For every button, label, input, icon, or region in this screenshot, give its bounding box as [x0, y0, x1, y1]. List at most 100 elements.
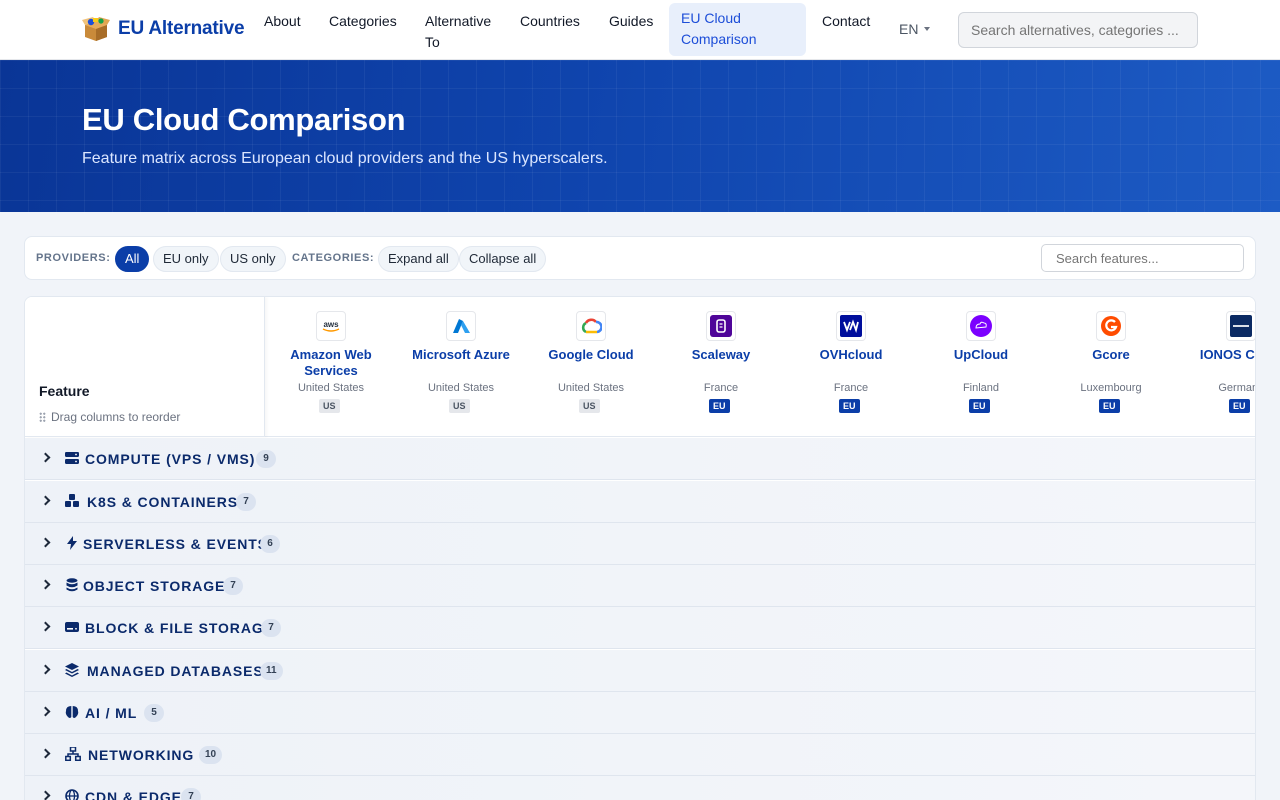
category-row-block-file-storage[interactable]: BLOCK & FILE STORAGE 7 — [25, 607, 1255, 649]
category-name: MANAGED DATABASES — [87, 663, 264, 679]
region-badge: US — [579, 399, 600, 413]
brand-link[interactable]: EU Alternative — [82, 16, 245, 42]
top-navigation: EU Alternative About Categories Alternat… — [0, 0, 1280, 60]
provider-country: Finland — [962, 382, 1000, 394]
filter-us-only-button[interactable]: US only — [220, 246, 286, 272]
provider-column-ovhcloud[interactable]: OVHcloud France EU — [786, 297, 916, 437]
category-count-badge: 11 — [260, 662, 283, 680]
category-row-networking[interactable]: NETWORKING 10 — [25, 734, 1255, 776]
language-code: EN — [899, 21, 919, 37]
provider-column-aws[interactable]: aws Amazon Web Services United States US — [266, 297, 396, 437]
region-badge: US — [319, 399, 340, 413]
filter-all-button[interactable]: All — [115, 246, 150, 272]
hero-banner: EU Cloud Comparison Feature matrix acros… — [0, 60, 1280, 212]
nav-alternative-to[interactable]: Alternative To — [425, 11, 505, 53]
region-badge: EU — [969, 399, 990, 413]
globe-icon — [65, 789, 79, 800]
brand-name: EU Alternative — [118, 18, 245, 39]
region-badge: US — [449, 399, 470, 413]
svg-text:aws: aws — [323, 320, 339, 329]
category-row-compute[interactable]: COMPUTE (VPS / VMS) 9 — [25, 438, 1255, 480]
category-name: AI / ML — [85, 705, 138, 721]
provider-name: Microsoft Azure — [412, 347, 510, 362]
category-count-badge: 7 — [181, 788, 201, 800]
provider-column-gcore[interactable]: Gcore Luxembourg EU — [1046, 297, 1176, 437]
nav-categories[interactable]: Categories — [329, 11, 397, 32]
providers-label: PROVIDERS: — [36, 252, 111, 264]
category-name: NETWORKING — [88, 747, 195, 763]
google-cloud-logo-icon — [576, 311, 606, 341]
category-row-object-storage[interactable]: OBJECT STORAGE 7 — [25, 565, 1255, 607]
provider-country: Luxembourg — [1080, 382, 1142, 394]
provider-column-azure[interactable]: Microsoft Azure United States US — [396, 297, 526, 437]
provider-country: United States — [557, 382, 625, 394]
brain-icon — [65, 706, 79, 718]
category-row-cdn-edge[interactable]: CDN & EDGE 7 — [25, 776, 1255, 800]
language-selector[interactable]: EN — [899, 21, 931, 37]
category-name: BLOCK & FILE STORAGE — [85, 620, 274, 636]
chevron-right-icon — [40, 748, 51, 759]
region-badge: EU — [839, 399, 860, 413]
page-title: EU Cloud Comparison — [82, 102, 406, 137]
region-badge: EU — [1099, 399, 1120, 413]
database-icon — [66, 578, 78, 592]
nav-guides[interactable]: Guides — [609, 11, 653, 32]
ionos-logo-icon — [1226, 311, 1255, 341]
chevron-right-icon — [40, 621, 51, 632]
gcore-logo-icon — [1096, 311, 1126, 341]
filter-toolbar: PROVIDERS: All EU only US only CATEGORIE… — [24, 236, 1256, 280]
provider-column-ionos[interactable]: IONOS Cloud Germany EU — [1176, 297, 1255, 437]
provider-column-google-cloud[interactable]: Google Cloud United States US — [526, 297, 656, 437]
provider-name: OVHcloud — [819, 347, 883, 362]
chevron-right-icon — [40, 579, 51, 590]
ovhcloud-logo-icon — [836, 311, 866, 341]
provider-country: France — [703, 382, 739, 394]
category-count-badge: 10 — [199, 746, 223, 764]
scaleway-logo-icon — [706, 311, 736, 341]
drag-hint-text: Drag columns to reorder — [51, 410, 181, 424]
category-count-badge: 7 — [261, 619, 281, 637]
category-row-ai-ml[interactable]: AI / ML 5 — [25, 692, 1255, 734]
category-count-badge: 7 — [236, 493, 256, 511]
provider-column-upcloud[interactable]: UpCloud Finland EU — [916, 297, 1046, 437]
category-row-managed-databases[interactable]: MANAGED DATABASES 11 — [25, 650, 1255, 692]
chevron-right-icon — [40, 495, 51, 506]
cubes-icon — [65, 494, 79, 507]
category-row-k8s[interactable]: K8S & CONTAINERS 7 — [25, 481, 1255, 523]
nav-about[interactable]: About — [264, 11, 301, 32]
category-name: K8S & CONTAINERS — [87, 494, 239, 510]
nav-contact[interactable]: Contact — [822, 11, 870, 32]
expand-all-button[interactable]: Expand all — [378, 246, 459, 272]
caret-down-icon — [924, 27, 931, 31]
drag-hint: Drag columns to reorder — [39, 410, 180, 424]
feature-header-label: Feature — [39, 383, 90, 399]
network-icon — [65, 747, 81, 761]
chevron-right-icon — [40, 790, 51, 800]
nav-eu-cloud-comparison[interactable]: EU Cloud Comparison — [669, 3, 806, 56]
page-subtitle: Feature matrix across European cloud pro… — [82, 150, 608, 167]
category-row-serverless[interactable]: SERVERLESS & EVENTS 6 — [25, 523, 1255, 565]
provider-name: Scaleway — [691, 347, 751, 362]
categories-label: CATEGORIES: — [292, 252, 375, 264]
category-count-badge: 5 — [144, 704, 164, 722]
collapse-all-button[interactable]: Collapse all — [459, 246, 547, 272]
chevron-right-icon — [40, 664, 51, 675]
filter-eu-only-button[interactable]: EU only — [153, 246, 219, 272]
site-search-input[interactable] — [958, 12, 1198, 48]
provider-country: United States — [297, 382, 365, 394]
upcloud-logo-icon — [966, 311, 996, 341]
category-name: CDN & EDGE — [85, 789, 182, 800]
chevron-right-icon — [40, 452, 51, 463]
table-header: Feature Drag columns to reorder aws Amaz… — [25, 297, 1255, 437]
aws-logo-icon: aws — [316, 311, 346, 341]
nav-countries[interactable]: Countries — [520, 11, 580, 32]
provider-name: UpCloud — [953, 347, 1009, 362]
server-icon — [65, 452, 79, 464]
provider-country: France — [833, 382, 869, 394]
feature-column-header: Feature Drag columns to reorder — [25, 297, 265, 437]
category-name: OBJECT STORAGE — [83, 578, 226, 594]
feature-search-input[interactable] — [1041, 244, 1244, 272]
provider-name: Google Cloud — [548, 347, 634, 362]
provider-column-scaleway[interactable]: Scaleway France EU — [656, 297, 786, 437]
provider-name: Gcore — [1092, 347, 1130, 362]
